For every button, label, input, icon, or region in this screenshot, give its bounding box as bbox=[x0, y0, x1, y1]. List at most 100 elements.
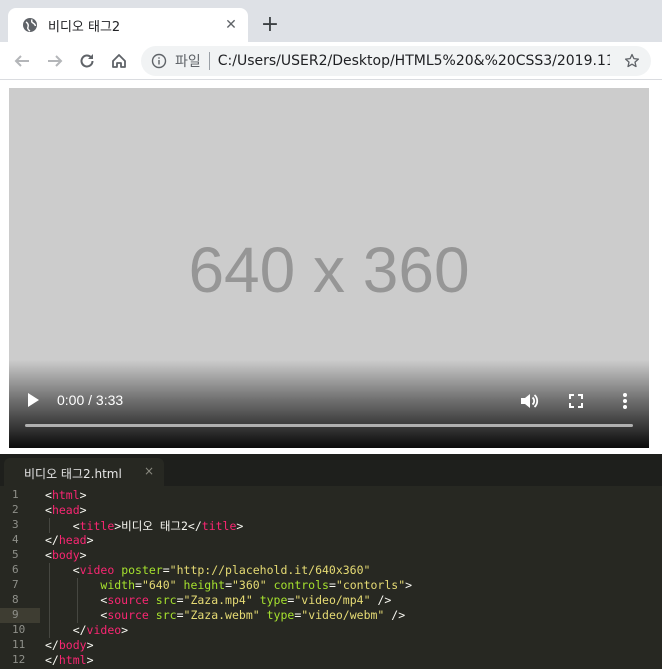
code-token: > bbox=[79, 503, 87, 517]
code-token: < bbox=[45, 503, 52, 517]
video-timeline[interactable] bbox=[25, 424, 633, 427]
code-token: < bbox=[45, 593, 108, 607]
code-line: <source src="Zaza.mp4" type="video/mp4" … bbox=[45, 593, 391, 607]
bookmark-star-icon[interactable] bbox=[623, 52, 641, 70]
browser-toolbar: 파일 C:/Users/USER2/Desktop/HTML5%20&%20CS… bbox=[0, 42, 662, 80]
code-line: <source src="Zaza.webm" type="video/webm… bbox=[45, 608, 405, 622]
address-bar[interactable]: 파일 C:/Users/USER2/Desktop/HTML5%20&%20CS… bbox=[141, 46, 651, 76]
code-token: = bbox=[225, 578, 232, 592]
new-tab-button[interactable]: + bbox=[258, 13, 282, 37]
info-icon[interactable] bbox=[151, 53, 167, 69]
code-token: > bbox=[86, 653, 94, 667]
code-token: source bbox=[107, 593, 149, 607]
code-token: < bbox=[45, 519, 80, 533]
code-token: html bbox=[58, 653, 87, 667]
code-token: /> bbox=[370, 593, 392, 607]
tab-close-icon[interactable]: ✕ bbox=[222, 16, 240, 34]
code-token: src bbox=[155, 608, 177, 622]
code-token: body bbox=[51, 548, 80, 562]
code-line: </video> bbox=[45, 623, 128, 637]
code-token: < bbox=[45, 548, 52, 562]
line-number: 6 bbox=[12, 563, 19, 576]
code-token: type bbox=[266, 608, 295, 622]
code-token: = bbox=[162, 563, 170, 577]
code-token: "360" bbox=[232, 578, 267, 592]
code-token: video bbox=[86, 623, 122, 637]
code-line: </body> bbox=[45, 638, 94, 652]
code-token: head bbox=[58, 533, 87, 547]
url-text[interactable]: C:/Users/USER2/Desktop/HTML5%20&%20CSS3/… bbox=[218, 53, 610, 69]
code-line: <head> bbox=[45, 503, 87, 517]
more-options-icon[interactable] bbox=[614, 390, 636, 412]
code-token: "Zaza.webm" bbox=[183, 608, 260, 622]
reload-icon[interactable] bbox=[75, 49, 99, 73]
code-token: < bbox=[45, 608, 108, 622]
code-token: html bbox=[51, 488, 80, 502]
code-token: < bbox=[45, 563, 80, 577]
code-token: = bbox=[328, 578, 336, 592]
video-player[interactable]: 640 x 360 0:00 / 3:33 bbox=[9, 88, 649, 448]
code-line: width="640" height="360" controls="conto… bbox=[45, 578, 412, 592]
code-token: = bbox=[176, 608, 184, 622]
editor-tab[interactable]: 비디오 태그2.html × bbox=[4, 458, 164, 486]
code-line: <html> bbox=[45, 488, 87, 502]
code-token: "640" bbox=[141, 578, 177, 592]
address-separator bbox=[208, 52, 210, 70]
code-token: head bbox=[51, 503, 80, 517]
page-content: 640 x 360 0:00 / 3:33 bbox=[0, 80, 662, 454]
code-token: type bbox=[259, 593, 288, 607]
line-number: 5 bbox=[12, 548, 19, 561]
line-number: 10 bbox=[12, 623, 26, 636]
tab-title: 비디오 태그2 bbox=[48, 19, 121, 35]
code-token: width bbox=[100, 578, 136, 592]
line-number: 8 bbox=[12, 593, 19, 606]
code-line: <video poster="http://placehold.it/640x3… bbox=[45, 563, 371, 577]
code-line: <body> bbox=[45, 548, 87, 562]
line-number: 7 bbox=[12, 578, 19, 591]
code-token: title bbox=[201, 519, 237, 533]
code-token: </ bbox=[45, 638, 59, 652]
video-poster-text: 640 x 360 bbox=[188, 234, 470, 306]
code-token: > bbox=[405, 578, 413, 592]
code-token: controls bbox=[273, 578, 329, 592]
code-token: > bbox=[79, 488, 87, 502]
editor-tab-close-icon[interactable]: × bbox=[144, 464, 154, 478]
line-number: 9 bbox=[12, 608, 19, 621]
code-token: > bbox=[236, 519, 244, 533]
editor-tab-label: 비디오 태그2.html bbox=[24, 467, 122, 481]
home-icon[interactable] bbox=[107, 49, 131, 73]
line-number: 3 bbox=[12, 518, 19, 531]
fullscreen-icon[interactable] bbox=[565, 390, 587, 412]
code-token: /> bbox=[384, 608, 406, 622]
line-number: 12 bbox=[12, 653, 26, 666]
line-number: 11 bbox=[12, 638, 26, 651]
back-icon[interactable] bbox=[10, 49, 34, 73]
forward-icon[interactable] bbox=[43, 49, 67, 73]
code-line: </html> bbox=[45, 653, 94, 667]
code-token: "contorls" bbox=[335, 578, 406, 592]
line-number: 4 bbox=[12, 533, 19, 546]
code-token: video bbox=[79, 563, 115, 577]
code-token: > bbox=[86, 533, 94, 547]
code-token: source bbox=[107, 608, 149, 622]
globe-icon bbox=[22, 17, 38, 33]
editor-tab-bar: 비디오 태그2.html × bbox=[0, 454, 662, 486]
play-icon[interactable] bbox=[23, 390, 43, 410]
code-token: >비디오 태그2</ bbox=[114, 519, 202, 533]
browser-tab[interactable]: 비디오 태그2 ✕ bbox=[8, 8, 248, 42]
code-token: </ bbox=[45, 653, 59, 667]
code-editor: 비디오 태그2.html × 1 2 3 4 5 6 7 8 9 10 11 12 <html> <hea… bbox=[0, 454, 662, 669]
video-time: 0:00 / 3:33 bbox=[57, 392, 124, 408]
code-token: "Zaza.mp4" bbox=[183, 593, 253, 607]
volume-icon[interactable] bbox=[518, 390, 540, 412]
code-token: > bbox=[86, 638, 94, 652]
code-token: > bbox=[121, 623, 129, 637]
code-line: <title>비디오 태그2</title> bbox=[45, 518, 244, 534]
code-token: = bbox=[176, 593, 184, 607]
